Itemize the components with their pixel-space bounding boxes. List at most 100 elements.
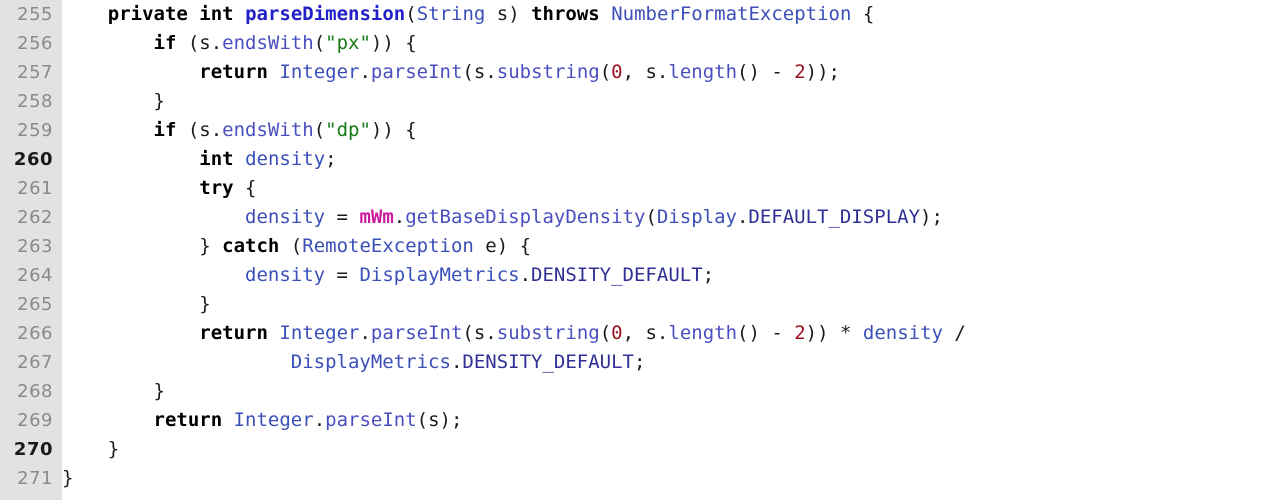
- code-token-plain: (: [279, 235, 303, 257]
- code-token-plain: =: [325, 206, 360, 228]
- line-number-gutter[interactable]: 255 256 257 258 259 260 261 262 263 264 265 266 267 2…: [0, 0, 62, 500]
- code-editor-view[interactable]: 255 256 257 258 259 260 261 262 263 264 265 266 267 2…: [0, 0, 1280, 500]
- line-number[interactable]: 263: [0, 232, 62, 261]
- code-token-type: String: [416, 3, 486, 25]
- code-line[interactable]: return Integer.parseInt(s.substring(0, s…: [62, 319, 1280, 348]
- code-token-plain: (s.: [176, 32, 223, 54]
- code-line[interactable]: density = mWm.getBaseDisplayDensity(Disp…: [62, 203, 1280, 232]
- code-token-plain: .: [313, 409, 326, 431]
- line-number[interactable]: 264: [0, 261, 62, 290]
- line-number[interactable]: 257: [0, 58, 62, 87]
- code-line[interactable]: try {: [62, 174, 1280, 203]
- line-number[interactable]: 269: [0, 406, 62, 435]
- code-token-mth: parseInt: [370, 61, 463, 83]
- code-line[interactable]: }: [62, 290, 1280, 319]
- code-token-plain: (s.: [462, 61, 497, 83]
- code-token-plain: (s.: [176, 119, 223, 141]
- line-number[interactable]: 259: [0, 116, 62, 145]
- code-token-type: Integer: [279, 61, 360, 83]
- code-line[interactable]: if (s.endsWith("px")) {: [62, 29, 1280, 58]
- code-token-mth: substring: [496, 322, 600, 344]
- code-token-kw: if: [153, 119, 177, 141]
- line-number[interactable]: 265: [0, 290, 62, 319]
- code-token-plain: () -: [737, 322, 795, 344]
- code-line[interactable]: private int parseDimension(String s) thr…: [62, 0, 1280, 29]
- code-token-type: density: [245, 148, 326, 170]
- code-token-type: Display: [656, 206, 737, 228]
- code-line[interactable]: }: [62, 87, 1280, 116]
- code-line[interactable]: DisplayMetrics.DENSITY_DEFAULT;: [62, 348, 1280, 377]
- line-number[interactable]: 266: [0, 319, 62, 348]
- code-token-mth: endsWith: [222, 119, 314, 141]
- code-content-area[interactable]: private int parseDimension(String s) thr…: [62, 0, 1280, 500]
- code-line[interactable]: return Integer.parseInt(s.substring(0, s…: [62, 58, 1280, 87]
- code-token-const: DENSITY_DEFAULT: [462, 351, 634, 373]
- code-token-plain: (: [405, 3, 417, 25]
- code-line[interactable]: }: [62, 435, 1280, 464]
- line-number[interactable]: 260: [0, 145, 62, 174]
- code-token-plain: (: [313, 32, 326, 54]
- line-number[interactable]: 256: [0, 29, 62, 58]
- code-line[interactable]: if (s.endsWith("dp")) {: [62, 116, 1280, 145]
- code-token-type: NumberFormatException: [611, 3, 852, 25]
- code-token-num: 0: [611, 322, 623, 344]
- code-token-kw: private: [107, 3, 188, 25]
- code-token-kw: if: [153, 32, 177, 54]
- code-token-mth: getBaseDisplayDensity: [405, 206, 646, 228]
- code-token-plain: .: [519, 264, 532, 286]
- code-token-mth: substring: [496, 61, 600, 83]
- code-token-plain: ;: [633, 351, 646, 373]
- code-token-plain: e) {: [473, 235, 532, 257]
- code-token-fn: parseDimension: [245, 3, 406, 25]
- code-token-plain: }: [62, 235, 223, 257]
- line-number[interactable]: 271: [0, 464, 62, 493]
- code-token-kw: return: [153, 409, 223, 431]
- line-number[interactable]: 270: [0, 435, 62, 464]
- code-token-num: 0: [611, 61, 623, 83]
- code-token-mth: endsWith: [222, 32, 314, 54]
- line-number[interactable]: 267: [0, 348, 62, 377]
- code-token-plain: (: [645, 206, 657, 228]
- code-token-type: RemoteException: [302, 235, 474, 257]
- code-line[interactable]: density = DisplayMetrics.DENSITY_DEFAULT…: [62, 261, 1280, 290]
- code-token-kw: catch: [222, 235, 280, 257]
- code-token-type: density: [862, 322, 943, 344]
- line-number[interactable]: 268: [0, 377, 62, 406]
- code-token-type: DisplayMetrics: [359, 264, 520, 286]
- code-token-mth: length: [668, 61, 738, 83]
- code-line[interactable]: }: [62, 464, 1280, 493]
- code-line[interactable]: int density;: [62, 145, 1280, 174]
- code-token-plain: }: [62, 293, 211, 315]
- code-token-plain: }: [62, 438, 120, 460]
- code-token-plain: (s);: [416, 409, 463, 431]
- code-token-num: 2: [794, 322, 806, 344]
- code-token-plain: .: [736, 206, 749, 228]
- code-token-plain: {: [851, 3, 875, 25]
- code-token-plain: (: [599, 61, 612, 83]
- line-number[interactable]: 258: [0, 87, 62, 116]
- line-number[interactable]: 261: [0, 174, 62, 203]
- code-line[interactable]: }: [62, 377, 1280, 406]
- code-token-plain: s): [485, 3, 532, 25]
- code-line[interactable]: } catch (RemoteException e) {: [62, 232, 1280, 261]
- code-token-const: DENSITY_DEFAULT: [531, 264, 703, 286]
- code-token-str: "px": [325, 32, 371, 54]
- line-number[interactable]: 262: [0, 203, 62, 232]
- code-token-plain: /: [942, 322, 966, 344]
- code-line[interactable]: return Integer.parseInt(s);: [62, 406, 1280, 435]
- line-number[interactable]: 255: [0, 0, 62, 29]
